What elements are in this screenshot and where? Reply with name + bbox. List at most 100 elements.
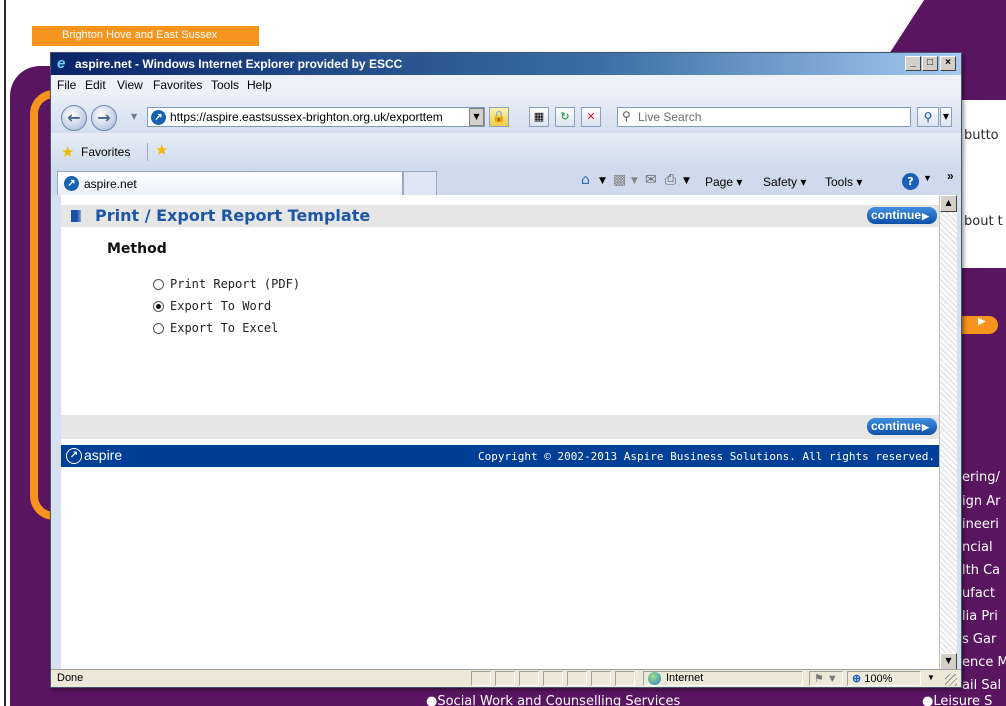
menu-help[interactable]: Help — [247, 78, 272, 92]
internet-globe-icon — [648, 672, 661, 685]
close-button[interactable]: × — [940, 56, 956, 71]
background-list-item[interactable]: s Gar — [962, 632, 1006, 647]
feeds-icon[interactable]: ▩ — [613, 172, 626, 188]
maximize-button[interactable]: □ — [922, 56, 938, 71]
ie-logo-icon: e — [57, 55, 66, 72]
tab-label: aspire.net — [84, 177, 137, 191]
favorites-separator — [147, 143, 148, 161]
option-label: Print Report (PDF) — [170, 277, 301, 291]
favorites-bar: ★ Favorites ★ — [51, 133, 961, 169]
title-marker-icon — [71, 210, 81, 222]
scroll-up-button[interactable]: ▲ — [940, 195, 957, 212]
home-dropdown-icon[interactable]: ▼ — [599, 176, 606, 186]
toolbar-overflow-icon[interactable]: » — [947, 169, 954, 183]
background-header-tab[interactable]: Brighton Hove and East Sussex — [32, 26, 259, 46]
feeds-dropdown-icon[interactable]: ▼ — [631, 176, 638, 186]
help-icon[interactable]: ? — [902, 173, 919, 190]
status-panel — [567, 671, 587, 686]
stop-icon: ✕ — [586, 110, 596, 123]
background-list-item[interactable]: ncial — [962, 540, 1006, 555]
zoom-level-button[interactable]: ⊕ 100% — [847, 671, 921, 686]
recent-pages-dropdown[interactable]: ▼ — [131, 112, 137, 121]
search-options-dropdown[interactable]: ▼ — [940, 107, 952, 127]
stop-button[interactable]: ✕ — [581, 107, 601, 127]
radio-button[interactable] — [153, 279, 164, 290]
print-dropdown-icon[interactable]: ▼ — [683, 176, 690, 186]
forward-button[interactable]: → — [91, 105, 117, 131]
tab-favicon-icon: ↗ — [64, 176, 79, 191]
menu-file[interactable]: File — [57, 78, 76, 92]
tools-menu[interactable]: Tools ▾ — [825, 175, 862, 189]
site-favicon-icon: ↗ — [151, 110, 166, 125]
new-tab-button[interactable] — [403, 171, 437, 195]
menu-tools[interactable]: Tools — [211, 78, 239, 92]
background-radio-social-work[interactable]: ●Social Work and Counselling Services — [426, 694, 680, 706]
method-heading: Method — [107, 241, 167, 257]
menu-view[interactable]: View — [117, 78, 143, 92]
home-icon[interactable]: ⌂ — [581, 172, 590, 188]
lock-icon: 🔒 — [492, 110, 506, 123]
background-radio-label: Social Work and Counselling Services — [437, 694, 681, 706]
back-button[interactable]: ← — [61, 105, 87, 131]
background-radio-leisure[interactable]: ●Leisure S — [922, 694, 992, 706]
background-list-item[interactable]: ineeri — [962, 517, 1006, 532]
refresh-icon: ↻ — [560, 110, 570, 123]
search-input[interactable]: ⚲ Live Search — [617, 107, 911, 127]
continue-button-top[interactable]: continue▶ — [867, 207, 937, 224]
print-icon[interactable]: ⎙ — [665, 172, 676, 188]
option-label: Export To Word — [170, 299, 272, 313]
refresh-button[interactable]: ↻ — [555, 107, 575, 127]
background-list-item[interactable]: ence M — [962, 655, 1006, 670]
favorites-star-icon[interactable]: ★ — [61, 143, 74, 161]
background-list-item[interactable]: ufact — [962, 586, 1006, 601]
menu-edit[interactable]: Edit — [85, 78, 106, 92]
status-panel — [495, 671, 515, 686]
status-panel — [591, 671, 611, 686]
address-dropdown-button[interactable]: ▼ — [469, 108, 484, 126]
aspire-logo-icon: ↗ — [66, 448, 82, 464]
radio-button-checked[interactable] — [153, 301, 164, 312]
mail-icon[interactable]: ✉ — [645, 172, 657, 188]
tab-aspire-net[interactable]: ↗ aspire.net — [57, 171, 403, 195]
protected-mode-button[interactable]: ⚑ ▼ — [809, 671, 843, 686]
background-fragment-text: bout t — [964, 214, 1003, 229]
status-panel — [471, 671, 491, 686]
resize-grip[interactable] — [945, 674, 957, 686]
favorites-button[interactable]: Favorites — [81, 145, 130, 159]
compatibility-view-button[interactable]: ▦ — [529, 107, 549, 127]
scroll-down-button[interactable]: ▼ — [940, 653, 957, 670]
minimize-button[interactable]: _ — [905, 56, 921, 71]
status-panel — [615, 671, 635, 686]
status-text: Done — [57, 672, 84, 684]
continue-button-bottom[interactable]: continue▶ — [867, 418, 937, 435]
menu-favorites[interactable]: Favorites — [153, 78, 202, 92]
security-lock-button[interactable]: 🔒 — [489, 107, 509, 127]
background-radio-label: Leisure S — [933, 694, 993, 706]
background-fragment-text: butto — [964, 128, 999, 143]
search-button[interactable]: ⚲ — [917, 107, 939, 127]
browser-window: e aspire.net - Windows Internet Explorer… — [50, 52, 962, 688]
add-to-favorites-icon[interactable]: ★ — [155, 141, 168, 159]
radio-button[interactable] — [153, 323, 164, 334]
page-menu[interactable]: Page ▾ — [705, 175, 742, 189]
background-arrow-button[interactable]: ▶ — [962, 316, 998, 334]
safety-menu[interactable]: Safety ▾ — [763, 175, 806, 189]
background-left-rule — [4, 0, 6, 706]
background-list-item[interactable]: lth Ca — [962, 563, 1006, 578]
help-dropdown-icon[interactable]: ▼ — [923, 173, 932, 183]
background-list-item[interactable]: ign Ar — [962, 494, 1006, 509]
vertical-scrollbar[interactable]: ▲ ▼ — [939, 195, 957, 671]
page-viewport: Print / Export Report Template continue▶… — [61, 195, 939, 671]
address-bar[interactable]: ↗ https://aspire.eastsussex-brighton.org… — [147, 107, 485, 127]
background-list-item[interactable]: lia Pri — [962, 609, 1006, 624]
title-bar[interactable]: e aspire.net - Windows Internet Explorer… — [51, 53, 961, 75]
aspire-logo-text: aspire — [84, 447, 123, 463]
option-label: Export To Excel — [170, 321, 279, 335]
security-zone[interactable]: Internet — [643, 671, 803, 686]
background-list-item[interactable]: ail Sal — [962, 678, 1006, 693]
zoom-dropdown-icon[interactable]: ▼ — [927, 673, 935, 682]
search-placeholder: Live Search — [638, 110, 702, 124]
continue-label: continue — [871, 208, 921, 222]
background-list-item[interactable]: ering/ — [962, 470, 1006, 485]
background-right-panel — [962, 100, 1006, 268]
